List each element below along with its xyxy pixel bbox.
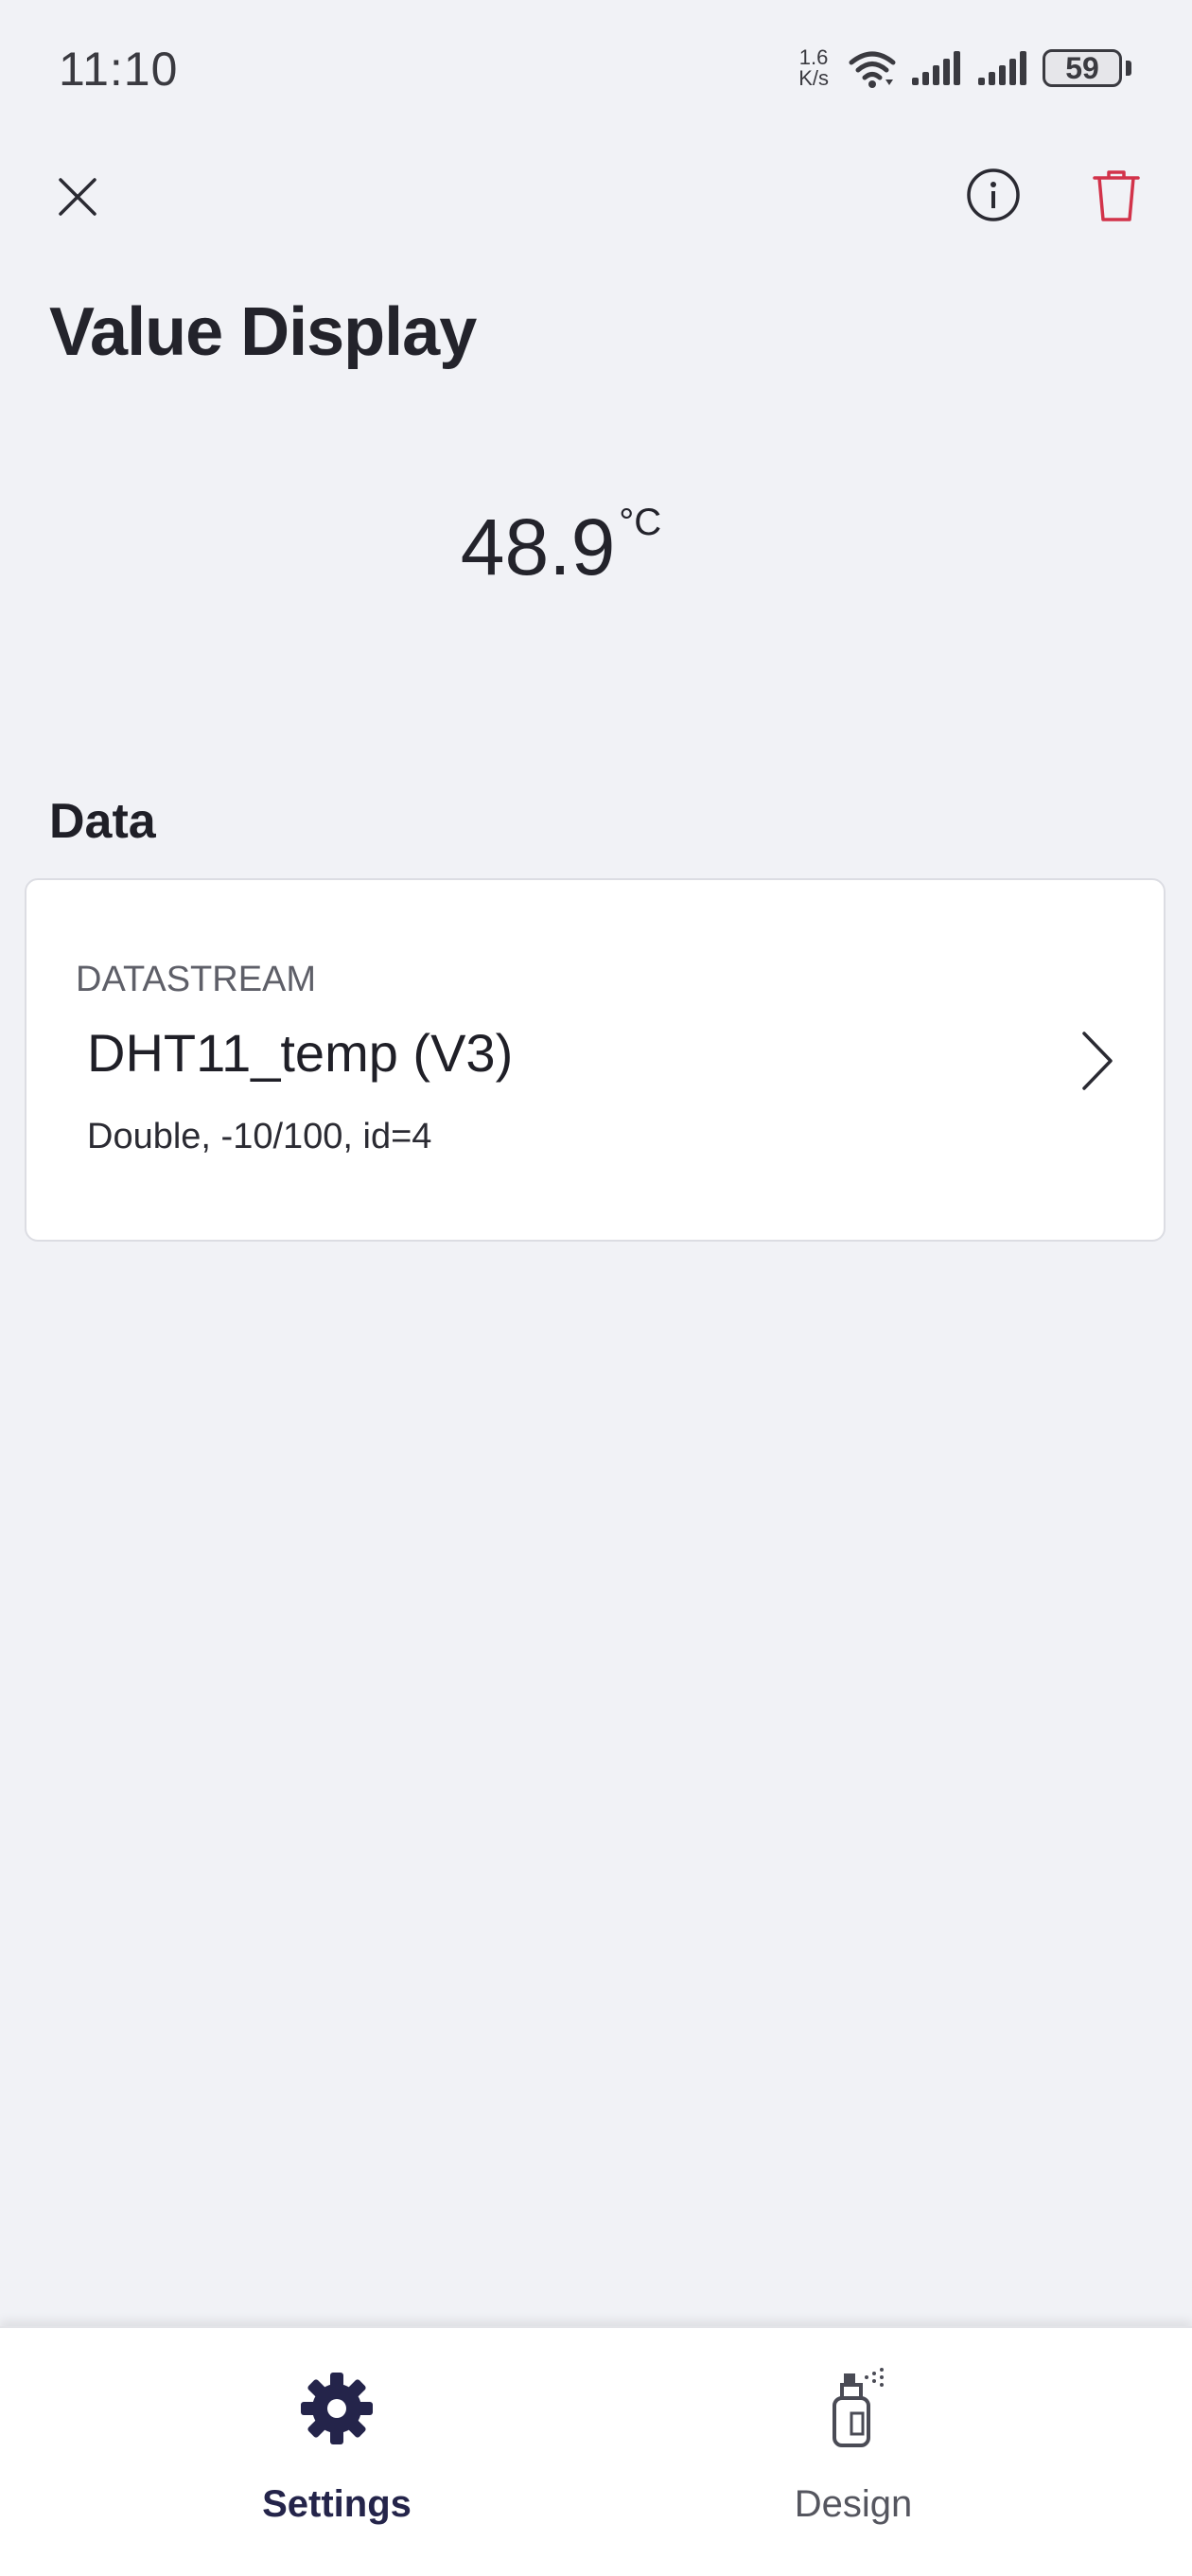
status-bar: 11:10 1.6 K/s 59: [0, 0, 1192, 142]
network-speed: 1.6 K/s: [798, 47, 829, 89]
page-title: Value Display: [49, 294, 477, 370]
trash-icon: [1093, 170, 1140, 221]
close-button[interactable]: [47, 167, 108, 227]
info-button[interactable]: [963, 165, 1024, 225]
wifi-icon: [849, 51, 896, 88]
datastream-card[interactable]: DATASTREAM DHT11_temp (V3) Double, -10/1…: [25, 878, 1166, 1242]
preview-value: 48.9: [460, 503, 616, 591]
datastream-name: DHT11_temp (V3): [87, 1023, 514, 1083]
tab-settings[interactable]: Settings: [148, 2366, 526, 2526]
value-display-preview: 48.9 °C: [0, 502, 1122, 593]
info-icon: [967, 168, 1020, 221]
preview-unit: °C: [619, 502, 662, 543]
spray-can-icon: [811, 2366, 896, 2451]
tab-design-label: Design: [794, 2483, 913, 2525]
status-time: 11:10: [59, 43, 179, 96]
data-section-label: Data: [49, 794, 156, 849]
network-speed-unit: K/s: [798, 66, 829, 90]
close-icon: [59, 178, 96, 216]
delete-button[interactable]: [1086, 163, 1147, 229]
bottom-nav: Settings Design: [0, 2326, 1192, 2576]
datastream-meta: Double, -10/100, id=4: [87, 1117, 432, 1156]
tab-design[interactable]: Design: [664, 2366, 1043, 2526]
datastream-caption: DATASTREAM: [76, 960, 317, 999]
network-speed-value: 1.6: [798, 45, 829, 69]
battery-tip: [1126, 61, 1131, 76]
gear-icon: [294, 2366, 379, 2451]
tab-settings-label: Settings: [262, 2483, 412, 2525]
battery-level: 59: [1065, 50, 1099, 85]
status-icons: 1.6 K/s 59: [798, 42, 1131, 95]
battery-icon: 59: [1043, 49, 1122, 87]
chevron-right-icon: [1082, 1032, 1113, 1090]
signal-icon: [912, 51, 960, 85]
signal-icon: [978, 51, 1026, 85]
